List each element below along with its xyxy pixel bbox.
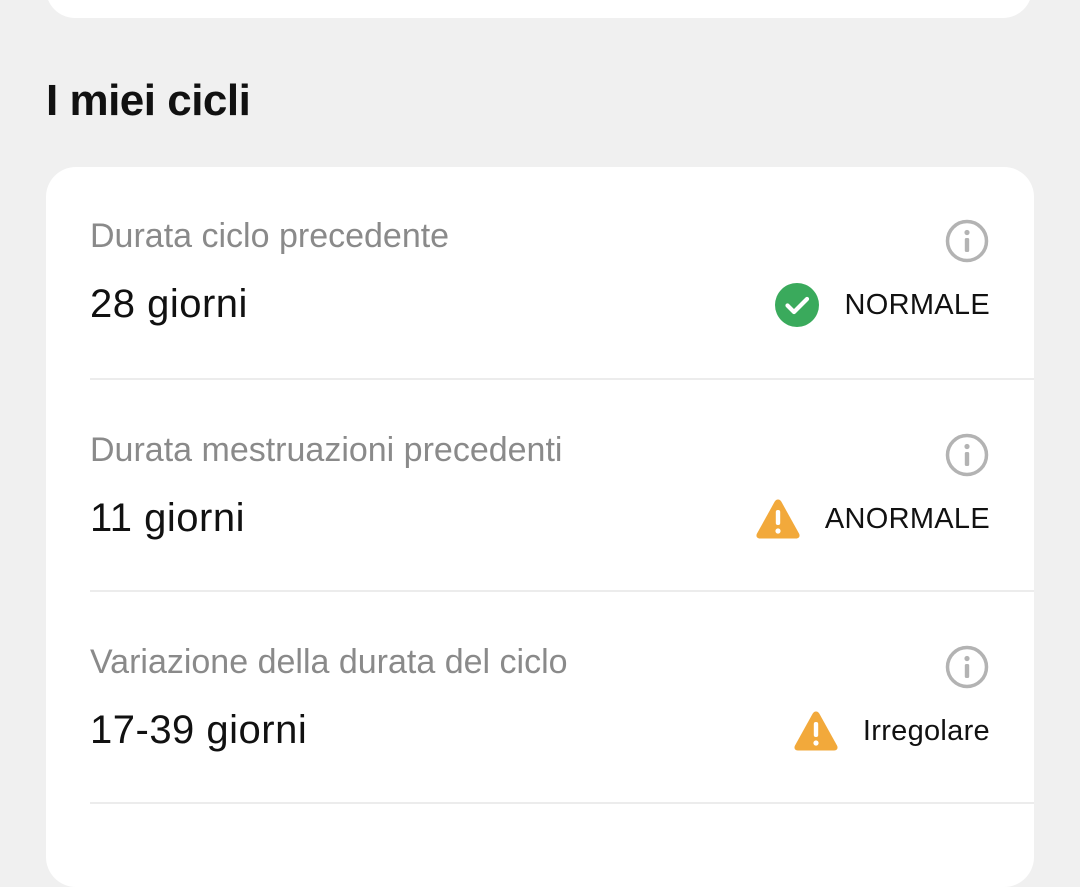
- warning-triangle-icon: [756, 499, 800, 539]
- status-text: ANORMALE: [824, 502, 990, 535]
- status-badge: Irregolare: [793, 706, 990, 756]
- cycles-card: Durata ciclo precedente 28 giorni NORMAL…: [46, 167, 1034, 887]
- warning-triangle-icon: [794, 711, 838, 751]
- cycle-variation-row[interactable]: Variazione della durata del ciclo 17-39 …: [46, 593, 1034, 805]
- previous-card: [46, 0, 1032, 18]
- info-icon[interactable]: [945, 645, 989, 689]
- section-title: I miei cicli: [46, 76, 251, 125]
- divider: [90, 378, 1034, 380]
- cycle-length-label: Durata ciclo precedente: [90, 217, 450, 255]
- divider: [90, 590, 1034, 592]
- cycle-variation-value: 17-39 giorni: [90, 708, 308, 752]
- period-length-row[interactable]: Durata mestruazioni precedenti 11 giorni…: [46, 381, 1034, 593]
- check-circle-icon: [775, 283, 820, 327]
- info-icon[interactable]: [945, 433, 989, 477]
- cycle-length-row[interactable]: Durata ciclo precedente 28 giorni NORMAL…: [46, 167, 1034, 379]
- status-text: NORMALE: [844, 288, 990, 321]
- status-text: Irregolare: [862, 714, 990, 747]
- status-badge: NORMALE: [774, 280, 990, 330]
- period-length-value: 11 giorni: [90, 496, 245, 540]
- cycle-length-value: 28 giorni: [90, 282, 248, 326]
- cycle-variation-label: Variazione della durata del ciclo: [90, 643, 568, 681]
- info-icon[interactable]: [945, 219, 989, 263]
- period-length-label: Durata mestruazioni precedenti: [90, 431, 563, 469]
- status-badge: ANORMALE: [755, 494, 990, 544]
- divider: [90, 802, 1034, 804]
